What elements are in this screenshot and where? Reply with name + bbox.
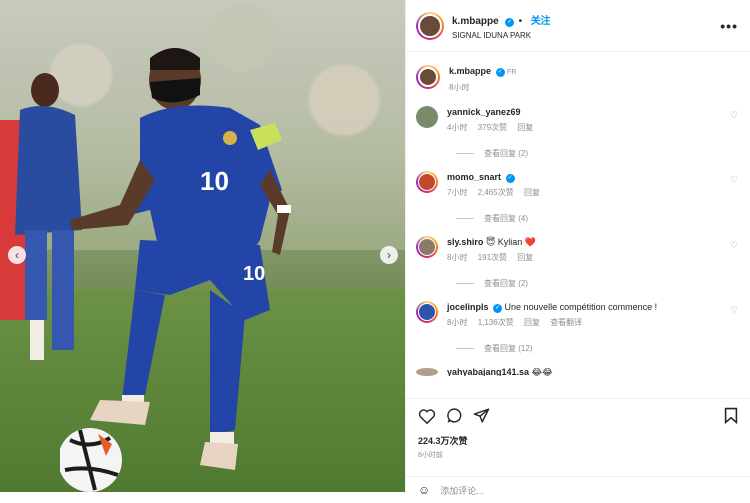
caption-username[interactable]: k.mbappe [449,66,491,76]
comment-username[interactable]: yahyabajang141.sa 😂😂 [447,368,553,376]
comment-likes[interactable]: 1,136次赞 [478,318,514,327]
verified-icon: ✓ [505,174,515,183]
comment-time: 8小时 [447,253,468,262]
bookmark-icon[interactable] [724,407,738,424]
author-avatar[interactable] [416,11,444,40]
add-comment-bar: ☺ 添加评论... [406,476,750,503]
comment-icon[interactable] [446,407,463,424]
list-item: momo_snart ✓ 7小时 2,465次赞 回复 ♡ [416,171,740,199]
list-item: yahyabajang141.sa 😂😂 [416,368,740,376]
view-replies-button[interactable]: 查看回复 (4) [456,213,740,224]
comment-text: Une nouvelle compétition commence ! [504,302,658,312]
view-replies-button[interactable]: 查看回复 (12) [456,343,740,354]
like-comment-icon[interactable]: ♡ [730,305,738,316]
comment-likes[interactable]: 191次赞 [478,253,507,262]
comment-likes[interactable]: 2,465次赞 [478,188,514,197]
verified-icon: ✓ [495,68,505,77]
comment-time: 7小时 [447,188,468,197]
list-item: sly.shiro 😇 Kylian ❤️ 8小时 191次赞 回复 ♡ [416,236,740,264]
like-comment-icon[interactable]: ♡ [730,240,738,251]
post-timestamp: 8小时前 [418,452,443,459]
comment-username[interactable]: yannick_yanez69 [447,107,521,117]
player-figure: 10 10 [60,48,291,492]
reply-button[interactable]: 回复 [524,318,540,327]
next-photo-button[interactable]: › [380,246,398,264]
svg-text:10: 10 [243,263,265,285]
verified-icon: ✓ [493,304,503,313]
comment-avatar[interactable] [416,236,438,258]
post-actions: 224.3万次赞 8小时前 [406,398,750,460]
comment-avatar[interactable] [416,301,438,323]
location-link[interactable]: SIGNAL IDUNA PARK [452,31,720,40]
verified-icon: ✓ [505,18,515,27]
comment-username[interactable]: jocelinpls [447,302,489,312]
comments-list: k.mbappe ✓ FR 8小时 yannick_yanez69 4小时 37… [406,53,750,398]
comment-input[interactable]: 添加评论... [440,484,484,497]
see-translation-button[interactable]: 查看翻译 [550,318,582,327]
caption-time: 8小时 [449,83,470,92]
likes-count[interactable]: 224.3万次赞 [418,434,738,447]
post-panel: k.mbappe ✓ • 关注 SIGNAL IDUNA PARK ••• k.… [405,0,750,497]
post-header: k.mbappe ✓ • 关注 SIGNAL IDUNA PARK ••• [406,0,750,52]
reply-button[interactable]: 回复 [524,188,540,197]
caption: k.mbappe ✓ FR 8小时 [416,65,740,94]
svg-text:10: 10 [200,166,229,196]
follow-button[interactable]: 关注 [531,16,551,27]
like-comment-icon[interactable]: ♡ [730,175,738,186]
country-flag: FR [507,69,517,76]
list-item: jocelinpls ✓ Une nouvelle compétition co… [416,301,740,329]
comment-avatar[interactable] [416,171,438,193]
emoji-icon[interactable]: ☺ [418,483,430,497]
reply-button[interactable]: 回复 [517,253,533,262]
comment-username[interactable]: momo_snart [447,172,501,182]
reply-button[interactable]: 回复 [517,123,533,132]
like-comment-icon[interactable]: ♡ [730,110,738,121]
list-item: yannick_yanez69 4小时 379次赞 回复 ♡ [416,106,740,134]
view-replies-button[interactable]: 查看回复 (2) [456,148,740,159]
more-options-icon[interactable]: ••• [720,18,738,34]
comment-avatar[interactable] [416,106,438,128]
comment-username[interactable]: sly.shiro [447,237,483,247]
share-icon[interactable] [473,407,490,424]
author-username[interactable]: k.mbappe [452,16,499,27]
caption-avatar[interactable] [416,65,440,89]
post-photo: 10 10 ‹ › [0,0,405,492]
comment-time: 8小时 [447,318,468,327]
previous-photo-button[interactable]: ‹ [8,246,26,264]
comment-time: 4小时 [447,123,468,132]
view-replies-button[interactable]: 查看回复 (2) [456,278,740,289]
like-heart-icon[interactable] [418,408,436,424]
comment-avatar[interactable] [416,368,438,376]
comment-likes[interactable]: 379次赞 [478,123,507,132]
comment-text: 😇 Kylian ❤️ [485,237,536,247]
